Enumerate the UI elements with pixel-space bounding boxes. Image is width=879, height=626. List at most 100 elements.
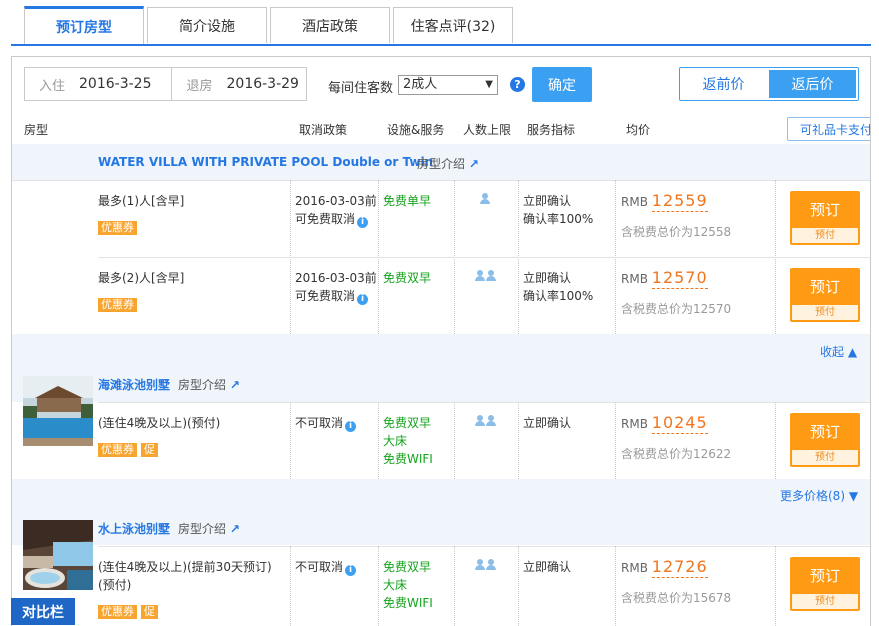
room-title[interactable]: WATER VILLA WITH PRIVATE POOL Double or …	[98, 155, 433, 169]
tab-hotel-policy[interactable]: 酒店政策	[270, 7, 390, 43]
coupon-badge: 优惠券 促	[98, 440, 158, 458]
checkout-label: 退房	[186, 78, 213, 94]
person-icon	[475, 415, 485, 427]
info-icon[interactable]: i	[345, 421, 357, 432]
instant-confirm: 立即确认	[523, 271, 572, 285]
collapse-link[interactable]: 收起 ▲	[820, 343, 857, 360]
confirm-button[interactable]: 确定	[532, 67, 592, 102]
facility: 大床	[383, 578, 408, 592]
cancel-policy: 2016-03-03前 可免费取消 i	[295, 192, 377, 228]
rate-desc: 最多(1)人[含早]	[98, 194, 185, 208]
price-value: 10245	[651, 413, 708, 434]
tab-booking[interactable]: 预订房型	[24, 6, 144, 45]
more-prices-bar	[12, 479, 870, 509]
price-block: RMB 12559	[621, 191, 708, 212]
guests-label: 每间住客数	[328, 81, 394, 96]
facility: 免费WIFI	[383, 452, 433, 466]
cancel-text: 不可取消	[295, 416, 344, 430]
book-button[interactable]: 预订 预付	[790, 268, 860, 322]
coupon-badge: 优惠券 促	[98, 602, 158, 620]
facility: 免费双早	[383, 416, 432, 430]
person-icon	[480, 193, 490, 205]
prepay-label: 预付	[792, 305, 858, 320]
checkin-date[interactable]: 2016-3-25	[79, 76, 151, 92]
tab-underline	[11, 44, 871, 46]
book-label: 预订	[809, 566, 840, 585]
cancel-text: 不可取消	[295, 560, 344, 574]
rate-desc-line2: (预付)	[98, 578, 132, 592]
rate-row: (连住4晚及以上)(预付) 优惠券 促 不可取消 i 免费双早 大床 免费WIFI 立…	[12, 402, 870, 479]
prepay-label: 预付	[792, 594, 858, 609]
book-button[interactable]: 预订 预付	[790, 557, 860, 611]
facility: 免费双早	[383, 560, 432, 574]
facility: 免费双早	[383, 271, 432, 285]
currency: RMB	[621, 195, 648, 209]
person-icon	[475, 270, 485, 282]
guests-select-value: 2成人	[403, 77, 438, 92]
price-block: RMB 12570	[621, 268, 708, 289]
facility: 免费单早	[383, 194, 432, 208]
rate-row: 最多(2)人[含早] 优惠券 2016-03-03前 可免费取消 i 免费双早 立即…	[12, 257, 870, 334]
tax-total: 含税费总价为12570	[621, 302, 732, 316]
checkin-label: 入住	[39, 78, 66, 94]
confirm-rate: 确认率100%	[523, 289, 594, 303]
external-arrow-icon: ↗	[229, 522, 240, 536]
tab-reviews[interactable]: 住客点评(32)	[393, 7, 513, 43]
currency: RMB	[621, 417, 648, 431]
people-limit	[475, 269, 497, 287]
price-value: 12559	[651, 191, 708, 212]
facility-list: 免费双早大床免费WIFI	[383, 414, 433, 468]
info-icon[interactable]: i	[357, 294, 369, 305]
person-icon	[486, 559, 496, 571]
more-prices-link[interactable]: 更多价格(8) ▼	[780, 487, 858, 504]
room-intro-text: 房型介绍	[417, 157, 466, 171]
currency: RMB	[621, 272, 648, 286]
coupon-label: 优惠券	[98, 605, 137, 619]
date-divider	[171, 68, 173, 100]
checkout-date[interactable]: 2016-3-29	[227, 76, 299, 92]
help-icon[interactable]: ?	[510, 77, 525, 92]
book-button[interactable]: 预订 预付	[790, 413, 860, 467]
promo-label: 促	[140, 443, 158, 457]
instant-confirm: 立即确认	[523, 194, 572, 208]
date-range-box[interactable]: 入住 2016-3-25 退房 2016-3-29	[24, 67, 307, 101]
col-room: 房型	[24, 123, 49, 137]
coupon-label: 优惠券	[98, 298, 137, 312]
info-icon[interactable]: i	[345, 565, 357, 576]
rate-row: 最多(1)人[含早] 优惠券 2016-03-03前 可免费取消 i 免费单早 立即…	[12, 180, 870, 257]
cancel-policy: 不可取消 i	[295, 414, 357, 432]
cancel-date: 2016-03-03前	[295, 194, 377, 208]
guests-select[interactable]: 2成人 ▼	[398, 75, 498, 95]
price-value: 12726	[651, 557, 708, 578]
tab-bar: 预订房型 简介设施 酒店政策 住客点评(32)	[0, 0, 879, 46]
gift-card-filter-button[interactable]: 可礼品卡支付	[787, 117, 870, 141]
currency: RMB	[621, 561, 648, 575]
tax-total: 含税费总价为12622	[621, 447, 732, 461]
rate-desc-line1: (连住4晚及以上)(提前30天预订)	[98, 560, 272, 574]
toggle-before-rebate[interactable]: 返前价	[680, 68, 767, 100]
tab-intro-facilities[interactable]: 简介设施	[147, 7, 267, 43]
confirm-rate: 确认率100%	[523, 212, 594, 226]
book-button[interactable]: 预订 预付	[790, 191, 860, 245]
service-indicator: 立即确认	[523, 560, 572, 574]
room-title[interactable]: 海滩泳池别墅	[98, 376, 170, 393]
room-intro-link[interactable]: 房型介绍 ↗	[417, 155, 479, 172]
person-icon	[475, 559, 485, 571]
room-title[interactable]: 水上泳池别墅	[98, 520, 170, 537]
col-cancel: 取消政策	[299, 123, 348, 137]
compare-bar-button[interactable]: 对比栏	[11, 598, 75, 625]
prepay-label: 预付	[792, 228, 858, 243]
info-icon[interactable]: i	[357, 217, 369, 228]
col-service: 服务指标	[527, 123, 576, 137]
facility: 大床	[383, 434, 408, 448]
room-intro-link[interactable]: 房型介绍 ↗	[178, 376, 240, 393]
tax-total: 含税费总价为12558	[621, 225, 732, 239]
rate-row: (连住4晚及以上)(提前30天预订) (预付) 优惠券 促 不可取消 i 免费双早大…	[12, 546, 870, 626]
coupon-badge: 优惠券	[98, 218, 137, 236]
toggle-after-rebate[interactable]: 返后价	[769, 70, 856, 98]
price-value: 12570	[651, 268, 708, 289]
room-intro-link[interactable]: 房型介绍 ↗	[178, 520, 240, 537]
dropdown-arrow-icon: ▼	[485, 79, 493, 90]
coupon-badge: 优惠券	[98, 295, 137, 313]
promo-label: 促	[140, 605, 158, 619]
